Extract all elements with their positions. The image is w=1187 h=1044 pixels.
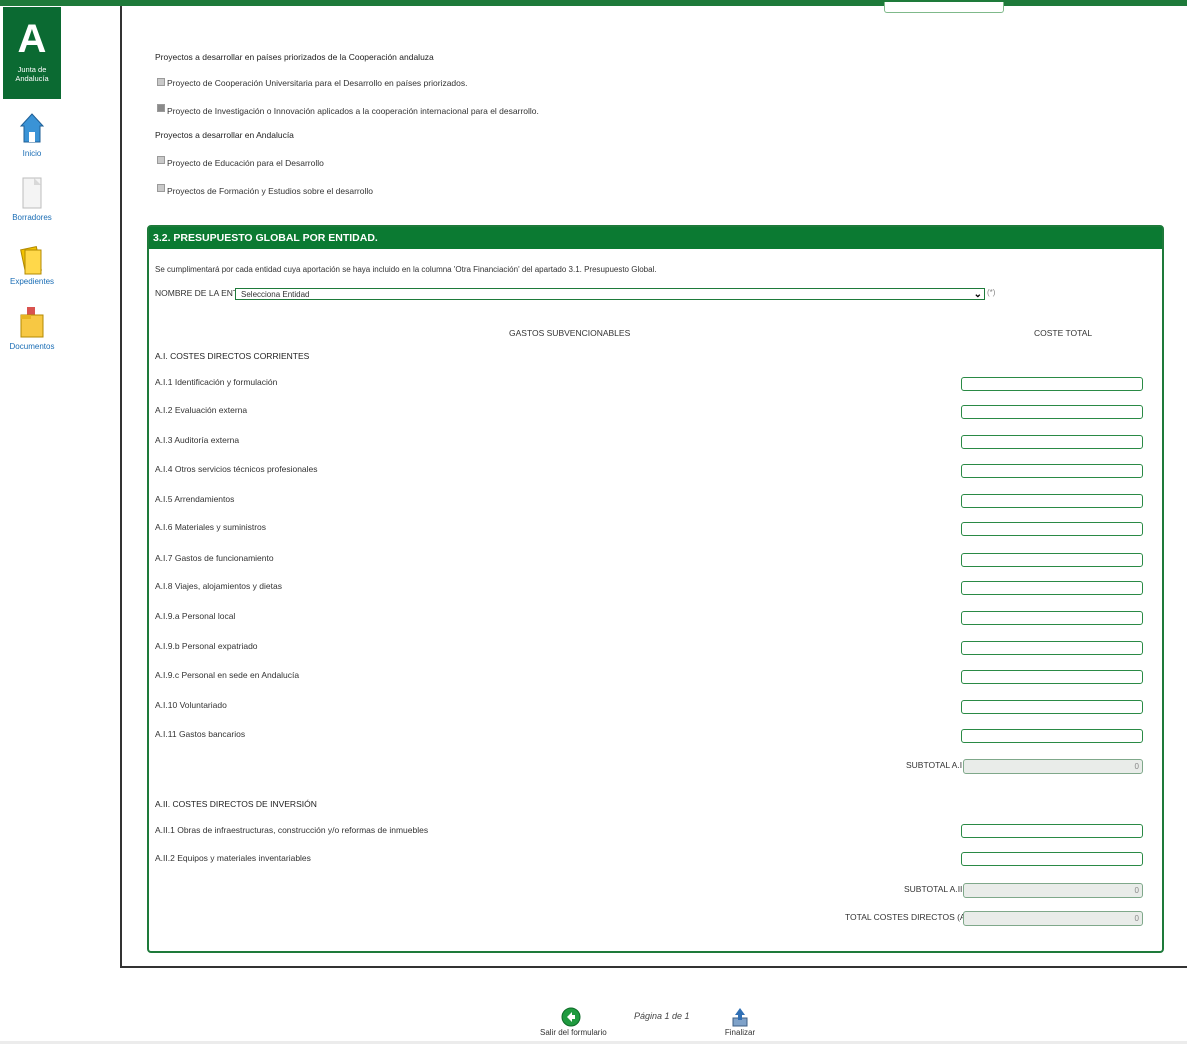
cost-input-a1-9b[interactable]: [961, 641, 1143, 655]
group-a1-title: A.I. COSTES DIRECTOS CORRIENTES: [155, 351, 310, 361]
cost-row-label: A.I.9.b Personal expatriado: [155, 641, 258, 651]
cost-row-label: A.I.5 Arrendamientos: [155, 494, 235, 504]
finish-label: Finalizar: [724, 1028, 756, 1037]
section-title: 3.2. PRESUPUESTO GLOBAL POR ENTIDAD.: [149, 227, 1162, 249]
cost-input-a2-2[interactable]: [961, 852, 1143, 866]
project-option-label: Proyecto de Educación para el Desarrollo: [167, 158, 324, 168]
cost-input-a1-7[interactable]: [961, 553, 1143, 567]
project-option-label: Proyecto de Cooperación Universitaria pa…: [167, 78, 468, 88]
cost-row-label: A.I.3 Auditoría externa: [155, 435, 240, 445]
section-instruction: Se cumplimentará por cada entidad cuya a…: [155, 265, 657, 274]
exit-form-label: Salir del formulario: [540, 1028, 607, 1037]
cost-row-label: A.II.2 Equipos y materiales inventariabl…: [155, 853, 311, 863]
project-option-label: Proyectos de Formación y Estudios sobre …: [167, 186, 373, 196]
cost-input-a1-9c[interactable]: [961, 670, 1143, 684]
cost-row-label: A.I.6 Materiales y suministros: [155, 522, 267, 532]
cost-row-label: A.II.1 Obras de infraestructuras, constr…: [155, 825, 429, 835]
logo-glyph: A: [17, 17, 47, 61]
sidebar-item-label: Expedientes: [9, 277, 55, 286]
chevron-down-icon: ⌄: [973, 289, 982, 300]
cost-input-a1-5[interactable]: [961, 494, 1143, 508]
cost-input-a1-10[interactable]: [961, 700, 1143, 714]
required-marker: (*): [987, 288, 996, 297]
subtotal-a1-field: 0: [963, 759, 1143, 774]
finish-button[interactable]: Finalizar: [720, 1006, 760, 1037]
sidebar-item-inicio[interactable]: Inicio: [0, 112, 64, 158]
cost-row-label: A.I.11 Gastos bancarios: [155, 729, 246, 739]
project-checkbox-educacion[interactable]: [157, 156, 165, 164]
cost-row-label: A.I.4 Otros servicios técnicos profesion…: [155, 464, 318, 474]
sidebar-item-label: Borradores: [12, 213, 52, 222]
subtotal-a2-label: SUBTOTAL A.II: [904, 884, 963, 894]
cost-input-a1-6[interactable]: [961, 522, 1143, 536]
cost-row-label: A.I.10 Voluntariado: [155, 700, 227, 710]
sidebar-item-label: Inicio: [22, 149, 42, 158]
entity-select-value: Selecciona Entidad: [241, 290, 310, 299]
project-option-label: Proyecto de Investigación o Innovación a…: [167, 106, 539, 116]
entity-select[interactable]: Selecciona Entidad ⌄: [235, 288, 985, 300]
logo-text: Junta de Andalucía: [15, 65, 49, 83]
project-checkbox-formacion[interactable]: [157, 184, 165, 192]
col-header-gastos: GASTOS SUBVENCIONABLES: [509, 328, 631, 338]
draft-document-icon: [22, 177, 42, 209]
page-indicator: Página 1 de 1: [634, 1011, 690, 1021]
cost-row-label: A.I.8 Viajes, alojamientos y dietas: [155, 581, 282, 591]
back-arrow-icon: [561, 1007, 581, 1027]
cost-input-a1-2[interactable]: [961, 405, 1143, 419]
cost-row-label: A.I.9.a Personal local: [155, 611, 236, 621]
sidebar-item-label: Documentos: [9, 342, 55, 351]
project-checkbox-investigacion[interactable]: [157, 104, 165, 112]
subtotal-a2-field: 0: [963, 883, 1143, 898]
cost-row-label: A.I.2 Evaluación externa: [155, 405, 248, 415]
sidebar-item-expedientes[interactable]: Expedientes: [0, 242, 64, 286]
cost-row-label: A.I.1 Identificación y formulación: [155, 377, 278, 387]
exit-form-button[interactable]: Salir del formulario: [540, 1006, 607, 1037]
cost-input-a1-4[interactable]: [961, 464, 1143, 478]
home-icon: [19, 113, 45, 143]
projects-group2-title: Proyectos a desarrollar en Andalucía: [155, 130, 294, 140]
cost-input-a2-1[interactable]: [961, 824, 1143, 838]
documents-folder-icon: [20, 307, 44, 338]
sidebar-item-documentos[interactable]: Documentos: [0, 305, 64, 351]
cost-input-a1-1[interactable]: [961, 377, 1143, 391]
cost-input-a1-8[interactable]: [961, 581, 1143, 595]
cost-input-a1-9a[interactable]: [961, 611, 1143, 625]
finish-download-icon: [732, 1008, 748, 1027]
projects-group1-title: Proyectos a desarrollar en países priori…: [155, 52, 434, 62]
group-a2-title: A.II. COSTES DIRECTOS DE INVERSIÓN: [155, 799, 317, 809]
cost-input-a1-3[interactable]: [961, 435, 1143, 449]
subtotal-a1-label: SUBTOTAL A.I: [906, 760, 963, 770]
cost-input-a1-11[interactable]: [961, 729, 1143, 743]
cost-row-label: A.I.7 Gastos de funcionamiento: [155, 553, 274, 563]
folder-icon: [20, 246, 42, 275]
cost-row-label: A.I.9.c Personal en sede en Andalucía: [155, 670, 300, 680]
sidebar-item-borradores[interactable]: Borradores: [0, 176, 64, 222]
junta-logo[interactable]: A Junta de Andalucía: [3, 7, 61, 99]
total-direct-costs-field: 0: [963, 911, 1143, 926]
col-header-coste: COSTE TOTAL: [1034, 328, 1093, 338]
project-checkbox-cooperacion-universitaria[interactable]: [157, 78, 165, 86]
